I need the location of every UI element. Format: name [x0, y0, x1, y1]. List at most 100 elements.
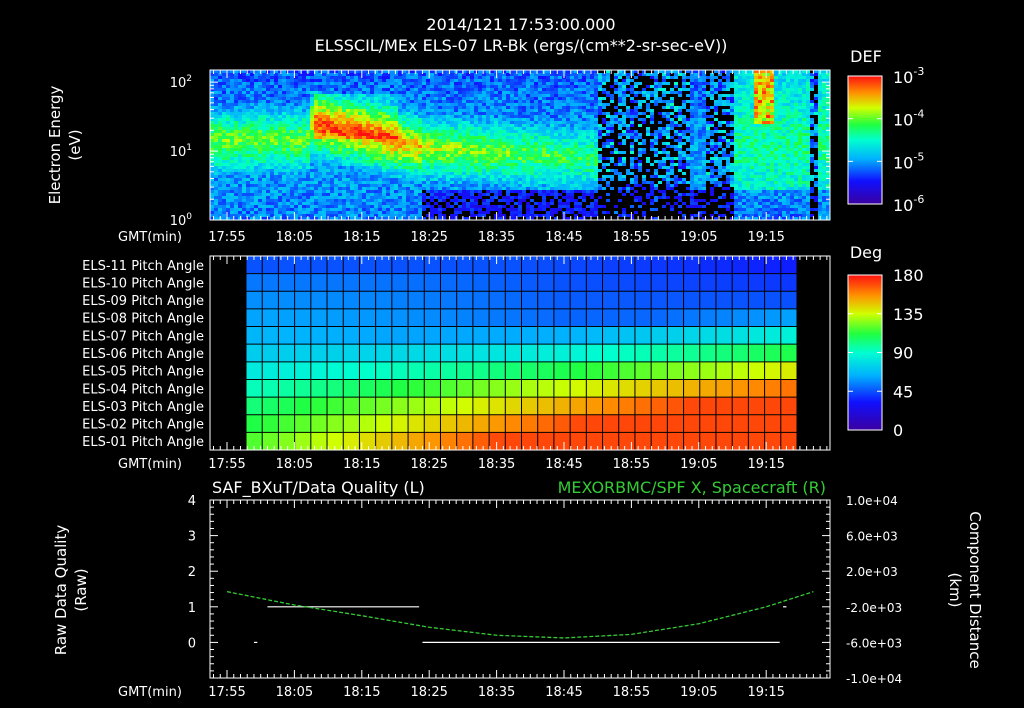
spectrogram-cell [266, 184, 270, 187]
spectrogram-cell [242, 145, 246, 148]
spectrogram-cell [434, 124, 438, 127]
spectrogram-cell [618, 118, 622, 121]
spectrogram-cell [482, 85, 486, 88]
spectrogram-cell [390, 166, 394, 169]
spectrogram-cell [526, 154, 530, 157]
spectrogram-cell [482, 151, 486, 154]
spectrogram-cell [546, 157, 550, 160]
spectrogram-cell [222, 76, 226, 79]
spectrogram-cell [542, 109, 546, 112]
timestamp: 2014/121 17:53:00.000 [426, 15, 615, 34]
spectrogram-cell [222, 82, 226, 85]
spectrogram-cell [518, 97, 522, 100]
spectrogram-cell [574, 124, 578, 127]
spectrogram-cell [266, 106, 270, 109]
spectrogram-cell [498, 76, 502, 79]
spectrogram-cell [554, 178, 558, 181]
spectrogram-cell [574, 94, 578, 97]
spectrogram-cell [626, 127, 630, 130]
spectrogram-cell [370, 85, 374, 88]
spectrogram-cell [318, 157, 322, 160]
spectrogram-cell [586, 178, 590, 181]
spectrogram-cell [302, 193, 306, 196]
spectrogram-cell [458, 187, 462, 190]
spectrogram-cell [434, 178, 438, 181]
spectrogram-cell [474, 82, 478, 85]
spectrogram-cell [310, 109, 314, 112]
spectrogram-cell [414, 169, 418, 172]
spectrogram-cell [214, 139, 218, 142]
spectrogram-cell [218, 124, 222, 127]
spectrogram-cell [522, 133, 526, 136]
spectrogram-cell [394, 82, 398, 85]
spectrogram-cell [270, 112, 274, 115]
spectrogram-cell [258, 154, 262, 157]
spectrogram-cell [298, 106, 302, 109]
spectrogram-cell [302, 178, 306, 181]
spectrogram-cell [438, 85, 442, 88]
spectrogram-cell [234, 205, 238, 208]
spectrogram-cell [438, 133, 442, 136]
spectrogram-cell [450, 82, 454, 85]
spectrogram-cell [350, 100, 354, 103]
spectrogram-cell [238, 145, 242, 148]
spectrogram-cell [346, 199, 350, 202]
spectrogram-cell [274, 175, 278, 178]
spectrogram-cell [530, 133, 534, 136]
spectrogram-cell [534, 145, 538, 148]
spectrogram-cell [446, 169, 450, 172]
spectrogram-cell [586, 88, 590, 91]
spectrogram-cell [622, 79, 626, 82]
spectrogram-cell [378, 136, 382, 139]
spectrogram-cell [538, 202, 542, 205]
spectrogram-cell [258, 151, 262, 154]
spectrogram-cell [630, 79, 634, 82]
spectrogram-cell [370, 205, 374, 208]
spectrogram-cell [374, 169, 378, 172]
spectrogram-cell [318, 199, 322, 202]
spectrogram-cell [370, 178, 374, 181]
spectrogram-cell [582, 85, 586, 88]
spectrogram-cell [534, 100, 538, 103]
spectrogram-cell [378, 124, 382, 127]
spectrogram-cell [562, 184, 566, 187]
spectrogram-cell [222, 169, 226, 172]
spectrogram-cell [214, 85, 218, 88]
spectrogram-cell [398, 172, 402, 175]
spectrogram-cell [398, 190, 402, 193]
spectrogram-cell [410, 148, 414, 151]
spectrogram-cell [578, 130, 582, 133]
spectrogram-cell [618, 136, 622, 139]
spectrogram-cell [262, 205, 266, 208]
spectrogram-cell [294, 106, 298, 109]
spectrogram-cell [518, 214, 522, 217]
spectrogram-cell [594, 106, 598, 109]
spectrogram-cell [554, 133, 558, 136]
spectrogram-cell [546, 88, 550, 91]
spectrogram-cell [506, 148, 510, 151]
spectrogram-cell [490, 100, 494, 103]
spectrogram-cell [478, 118, 482, 121]
spectrogram-cell [226, 85, 230, 88]
spectrogram-cell [406, 193, 410, 196]
spectrogram-cell [578, 73, 582, 76]
spectrogram-cell [450, 124, 454, 127]
spectrogram-cell [286, 205, 290, 208]
spectrogram-cell [394, 100, 398, 103]
spectrogram-cell [578, 145, 582, 148]
spectrogram-cell [634, 115, 638, 118]
spectrogram-cell [374, 157, 378, 160]
spectrogram-cell [574, 100, 578, 103]
spectrogram-cell [422, 175, 426, 178]
spectrogram-cell [250, 148, 254, 151]
spectrogram-cell [286, 193, 290, 196]
spectrogram-cell [490, 115, 494, 118]
spectrogram-cell [438, 88, 442, 91]
spectrogram-cell [278, 76, 282, 79]
spectrogram-cell [598, 103, 602, 106]
spectrogram-cell [434, 133, 438, 136]
spectrogram-cell [422, 118, 426, 121]
spectrogram-cell [338, 115, 342, 118]
spectrogram-cell [446, 127, 450, 130]
spectrogram-cell [330, 118, 334, 121]
